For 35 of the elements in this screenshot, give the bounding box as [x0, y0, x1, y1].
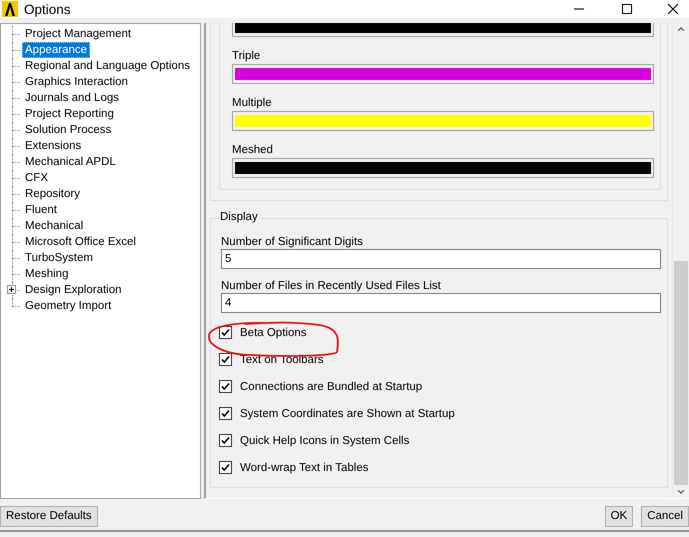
- window-title: Options: [24, 2, 72, 16]
- tree-item[interactable]: Extensions: [22, 138, 84, 154]
- tree-item[interactable]: Mechanical: [22, 218, 86, 234]
- checkbox-label: System Coordinates are Shown at Startup: [240, 408, 455, 420]
- tree-item[interactable]: Geometry Import: [22, 298, 114, 314]
- tree-item[interactable]: CFX: [22, 170, 51, 186]
- tree-item[interactable]: Appearance: [22, 42, 90, 58]
- checkbox-label: Quick Help Icons in System Cells: [240, 434, 410, 446]
- tree-item[interactable]: Regional and Language Options: [22, 58, 193, 74]
- tree-item[interactable]: Meshing: [22, 266, 72, 282]
- button[interactable]: OK: [604, 506, 634, 526]
- tree-item[interactable]: Project Management: [22, 26, 134, 42]
- button[interactable]: Restore Defaults: [0, 506, 98, 526]
- input-field[interactable]: 5: [221, 249, 661, 269]
- tree-item[interactable]: Mechanical APDL: [22, 154, 119, 170]
- tree-item[interactable]: Solution Process: [22, 122, 114, 138]
- group-title: Display: [220, 211, 260, 223]
- tree-item[interactable]: Journals and Logs: [22, 90, 122, 106]
- field-label: Number of Significant Digits: [221, 235, 364, 249]
- button[interactable]: Cancel: [641, 506, 689, 526]
- color-label: Meshed: [232, 143, 274, 157]
- checkbox-label: Connections are Bundled at Startup: [240, 380, 422, 392]
- tree-item[interactable]: Project Reporting: [22, 106, 117, 122]
- checkbox-label: Word-wrap Text in Tables: [240, 462, 368, 474]
- tree-item[interactable]: TurboSystem: [22, 250, 96, 266]
- tree-item[interactable]: Design Exploration: [22, 282, 125, 298]
- input-field[interactable]: 4: [221, 293, 661, 313]
- color-label: Triple: [232, 49, 262, 63]
- field-label: Number of Files in Recently Used Files List: [221, 279, 442, 293]
- checkbox-label: Beta Options: [240, 326, 306, 338]
- tree-item[interactable]: Graphics Interaction: [22, 74, 131, 90]
- tree-item[interactable]: Microsoft Office Excel: [22, 234, 139, 250]
- tree-item[interactable]: Fluent: [22, 202, 60, 218]
- color-label: Multiple: [232, 96, 273, 110]
- tree-item[interactable]: Repository: [22, 186, 83, 202]
